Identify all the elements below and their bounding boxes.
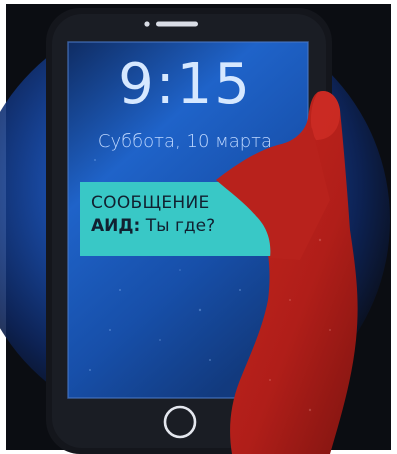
notification-sender: АИД: [91,216,141,236]
message-notification[interactable]: СООБЩЕНИЕ АИД: Ты где? [80,182,278,256]
lock-screen-date: Суббота, 10 марта [97,131,273,152]
illustration: 9:15 Суббота, 10 марта СООБЩЕНИЕ АИД: Ты… [0,0,397,454]
notification-body: АИД: Ты где? [91,214,278,238]
notification-title: СООБЩЕНИЕ [91,193,210,213]
lock-screen-time: 9:15 [118,52,252,117]
notification-message: Ты где? [140,216,216,236]
